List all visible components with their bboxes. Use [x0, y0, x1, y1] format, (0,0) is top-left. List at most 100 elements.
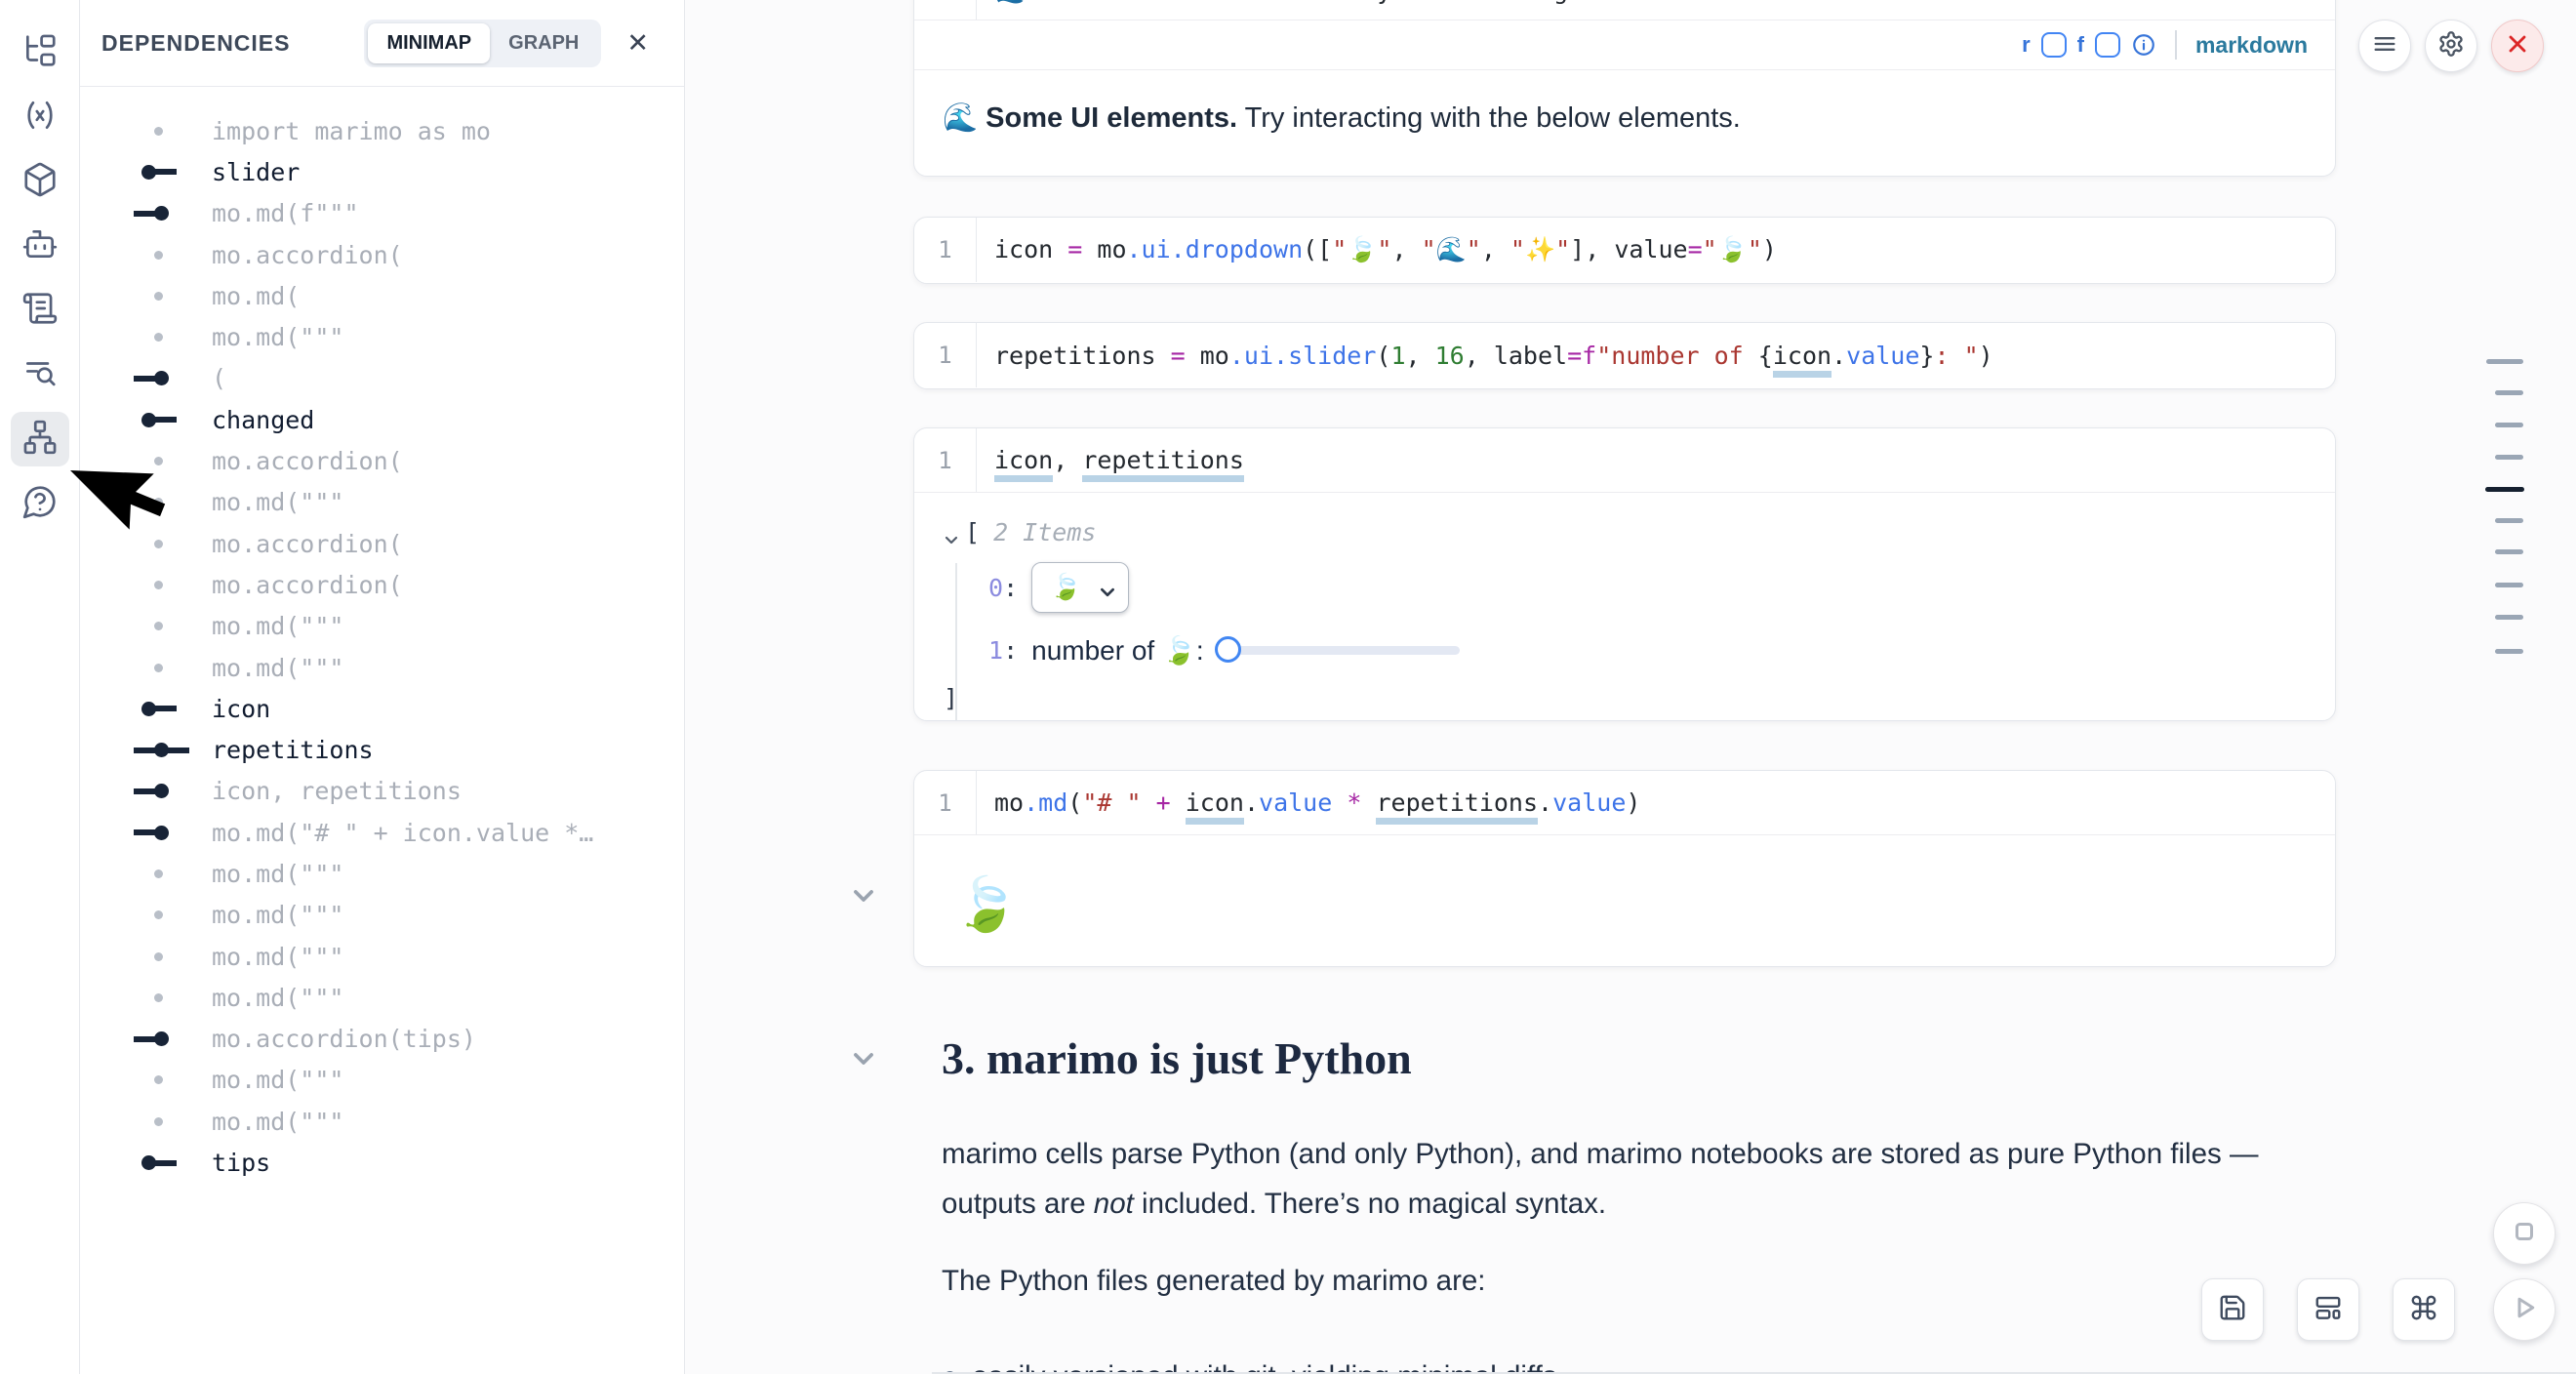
minimap-row[interactable]: mo.md(""" [80, 936, 684, 977]
minimap-row[interactable]: mo.accordion( [80, 564, 684, 605]
outline-heading-marker[interactable] [2495, 423, 2523, 427]
format-toggle-checkbox[interactable] [2095, 32, 2120, 58]
output-rest-text: Try interacting with the below elements. [1237, 102, 1741, 134]
code-token: .ui.slider [1229, 342, 1377, 370]
cell-edge-marker [134, 702, 212, 716]
minimap-row[interactable]: mo.md(""" [80, 606, 684, 647]
section-paragraph-1: marimo cells parse Python (and only Pyth… [913, 1129, 2279, 1229]
settings-button[interactable] [2425, 20, 2477, 72]
minimap-row[interactable]: icon [80, 688, 684, 729]
repetitions-slider-track[interactable] [1220, 646, 1460, 655]
language-badge-markdown[interactable]: markdown [2195, 32, 2308, 59]
cell-edge-marker [134, 206, 212, 221]
minimap-row[interactable]: mo.md(""" [80, 895, 684, 936]
collapse-chevron-icon[interactable] [851, 883, 876, 909]
cell-dot-marker [134, 333, 212, 342]
minimap-row[interactable]: mo.md( [80, 275, 684, 316]
code-token: ) [1979, 342, 1993, 370]
minimap-row[interactable]: repetitions [80, 729, 684, 770]
minimap-row[interactable]: slider [80, 151, 684, 192]
dependency-graph-icon [21, 419, 59, 461]
code-token [1171, 788, 1186, 817]
minimap-row-label: import marimo as mo [212, 117, 491, 145]
ai-assistant-panel-button[interactable] [11, 219, 69, 273]
minimap-row-label: mo.md(""" [212, 901, 343, 929]
cell-repetitions-slider[interactable]: 1 repetitions = mo.ui.slider(1, 16, labe… [913, 322, 2336, 389]
minimap-row[interactable]: mo.md(""" [80, 647, 684, 688]
minimap-row[interactable]: mo.md(""" [80, 1101, 684, 1142]
tab-minimap[interactable]: MINIMAP [368, 23, 490, 63]
cell-icon-dropdown[interactable]: 1 icon = mo.ui.dropdown(["🍃", "🌊", "✨"],… [913, 217, 2336, 284]
stop-kernel-button[interactable] [2493, 1202, 2556, 1265]
minimap-row[interactable]: mo.accordion(tips) [80, 1019, 684, 1060]
minimap-row[interactable]: mo.md(""" [80, 482, 684, 523]
close-panel-button[interactable]: ✕ [626, 30, 649, 57]
cell2-code[interactable]: repetitions = mo.ui.slider(1, 16, label=… [977, 342, 1993, 370]
minimap-row[interactable]: import marimo as mo [80, 110, 684, 151]
file-tree-panel-button[interactable] [11, 25, 69, 80]
logs-search-panel-button[interactable] [11, 347, 69, 402]
cell-ui-elements-markdown[interactable]: 1 🌊 Some UI elements.** Try interacting … [913, 0, 2336, 177]
tree-collapse-chevron-icon[interactable] [944, 525, 959, 541]
tab-graph[interactable]: GRAPH [490, 23, 597, 63]
outline-heading-marker[interactable] [2495, 649, 2523, 654]
run-all-button[interactable] [2493, 1278, 2556, 1341]
minimap-row[interactable]: mo.md(""" [80, 853, 684, 894]
code-token: repetitions [1376, 788, 1538, 825]
outline-heading-marker[interactable] [2495, 583, 2523, 587]
markdown-section: 3. marimo is just Python marimo cells pa… [913, 1032, 2279, 1374]
cell0-code-row[interactable]: 1 🌊 Some UI elements.** Try interacting … [914, 0, 2335, 20]
minimap-row[interactable]: ( [80, 358, 684, 399]
minimap-row[interactable]: mo.md(""" [80, 316, 684, 357]
packages-panel-button[interactable] [11, 154, 69, 209]
minimap-row[interactable]: mo.md("# " + icon.value *… [80, 812, 684, 853]
command-palette-button[interactable] [2393, 1278, 2455, 1341]
repetitions-slider-thumb[interactable] [1215, 636, 1241, 663]
save-notebook-button[interactable] [2201, 1278, 2264, 1341]
minimap-row[interactable]: changed [80, 399, 684, 440]
dependency-graph-panel-button[interactable] [11, 412, 69, 466]
outline-heading-marker[interactable] [2495, 518, 2523, 523]
outline-heading-marker[interactable] [2495, 615, 2523, 620]
minimap-row-label: mo.md(""" [212, 943, 343, 971]
minimap-row[interactable]: mo.md(f""" [80, 193, 684, 234]
outline-heading-marker[interactable] [2486, 359, 2523, 364]
minimap-row[interactable]: mo.accordion( [80, 523, 684, 564]
cell-dot-marker [134, 457, 212, 465]
cell0-code[interactable]: 🌊 Some UI elements.** Try interacting wi… [977, 0, 1935, 6]
code-token: icon [1186, 788, 1244, 825]
minimap-row[interactable]: mo.md(""" [80, 1060, 684, 1101]
cell1-code[interactable]: icon = mo.ui.dropdown(["🍃", "🌊", "✨"], v… [977, 235, 1777, 264]
code-token: = [1567, 342, 1582, 370]
outline-heading-marker[interactable] [2495, 455, 2523, 460]
code-token: value [1614, 235, 1687, 263]
icon-dropdown-select[interactable]: 🍃 [1031, 562, 1129, 613]
scratchpad-panel-button[interactable] [11, 283, 69, 338]
outline-heading-marker[interactable] [2495, 549, 2523, 554]
cell-md-heading[interactable]: 1 mo.md("# " + icon.value * repetitions.… [913, 770, 2336, 967]
code-token: = [1688, 235, 1703, 263]
minimap-row[interactable]: icon, repetitions [80, 771, 684, 812]
code-token: mo [994, 788, 1024, 817]
reactive-toggle-checkbox[interactable] [2041, 32, 2067, 58]
cell3-code[interactable]: icon, repetitions [977, 446, 1244, 474]
layout-mode-button[interactable] [2297, 1278, 2359, 1341]
shutdown-button[interactable] [2491, 20, 2544, 72]
cell4-code[interactable]: mo.md("# " + icon.value * repetitions.va… [977, 788, 1640, 817]
minimap-row[interactable]: mo.md(""" [80, 977, 684, 1018]
minimap-row-label: mo.accordion( [212, 447, 403, 475]
cell-icon-repetitions[interactable]: 1 icon, repetitions [ 2 Items 0 : 🍃 1 : [913, 427, 2336, 721]
hamburger-menu-icon [2371, 30, 2398, 62]
code-token: ) [1762, 235, 1777, 263]
notebook-menu-button[interactable] [2358, 20, 2411, 72]
cell-dot-marker [134, 869, 212, 878]
help-panel-button[interactable] [11, 476, 69, 531]
minimap-row[interactable]: mo.accordion( [80, 440, 684, 481]
info-icon[interactable] [2131, 32, 2156, 58]
outline-heading-marker[interactable] [2495, 390, 2523, 395]
minimap-row[interactable]: mo.accordion( [80, 234, 684, 275]
outline-heading-marker[interactable] [2485, 487, 2524, 492]
variables-panel-button[interactable] [11, 90, 69, 144]
minimap-row[interactable]: tips [80, 1142, 684, 1183]
collapse-chevron-icon[interactable] [851, 1046, 876, 1071]
